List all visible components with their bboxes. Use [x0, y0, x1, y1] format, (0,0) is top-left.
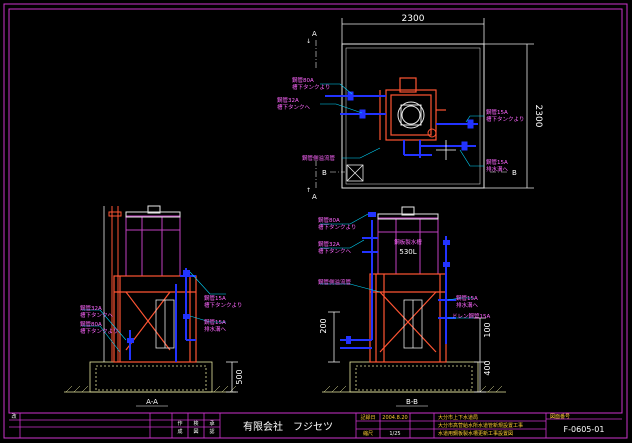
tb-cell-1: 作: [177, 420, 182, 427]
plan-section-b-left: B: [322, 169, 327, 177]
bb-tank-capacity: 530L: [399, 248, 416, 256]
bb-dim-400-label: 400: [483, 360, 492, 375]
plan-label-80a-sub: 槽下タンクより: [292, 83, 330, 91]
plan-section-a-bottom-arrow: ↑: [306, 187, 311, 194]
bb-label-32a-sub: 槽下タンクへ: [318, 247, 352, 255]
bb-label-80a: 鋼管80A: [318, 216, 340, 224]
tb-date-value: 2004.8.20: [382, 415, 407, 421]
bb-label-32a: 鋼管32A: [318, 240, 340, 248]
plan-section-a-bottom: A: [312, 193, 317, 201]
tb-drawing-no: F-0605-01: [564, 425, 605, 434]
plan-section-a-top: A: [312, 30, 317, 38]
plan-section-a-top-arrow: ↓: [306, 38, 311, 45]
tb-scale-value: 1/25: [389, 431, 400, 437]
bb-dim-200-label: 200: [319, 318, 328, 333]
bb-label-15a-sub: 排水溝へ: [456, 301, 479, 309]
plan-label-15a-top-sub: 槽下タンクより: [486, 115, 524, 123]
aa-label-15a-mid-sub: 排水溝へ: [204, 325, 227, 333]
aa-label-15a-top: 鋼管15A: [204, 294, 226, 302]
plan-label-15a-top: 鋼管15A: [486, 108, 508, 116]
tb-project-1: 大分市高菅給水所水道管新規設置工事: [438, 422, 523, 429]
aa-label-15a-top-sub: 槽下タンクより: [204, 301, 242, 309]
aa-label-15a-mid: 鋼管15A: [204, 318, 226, 326]
bb-section-title: B-B: [406, 398, 418, 406]
tb-scale-label: 縮尺: [363, 430, 373, 437]
aa-label-32a-sub: 槽下タンクへ: [80, 311, 114, 319]
tb-owner: 大分市上下水道局: [438, 414, 478, 421]
tb-project-2: 水道用鋼板製水槽更新工事設置図: [438, 430, 513, 437]
aa-section-title: A-A: [146, 398, 158, 406]
tb-rev-label: 改: [11, 413, 16, 420]
plan-label-80a: 鋼管80A: [292, 76, 314, 84]
bb-label-15a: 鋼管15A: [456, 294, 478, 302]
aa-label-32a: 鋼管32A: [80, 304, 102, 312]
bb-label-80a-sub: 槽下タンクより: [318, 223, 356, 231]
aa-dim-500-label: 500: [235, 369, 244, 384]
cad-drawing: 2300 2300 A ↓ A ↑ B B 鋼管80A 槽下タンクより 鋼管32…: [0, 0, 632, 443]
plan-label-15a-bottom-sub: 排水溝へ: [486, 165, 509, 173]
bb-tank-label: 鋼板製水槽: [394, 238, 422, 246]
bb-dim-100-label: 100: [483, 322, 492, 337]
plan-label-32a-sub: 槽下タンクへ: [277, 103, 311, 111]
aa-label-80a-sub: 槽下タンクより: [80, 327, 118, 335]
plan-section-b-right: B: [512, 169, 517, 177]
bb-label-drain: ドレン鋼管15A: [452, 312, 490, 320]
tb-cell-3: 検: [193, 420, 198, 427]
tb-cell-4: 図: [193, 429, 198, 435]
tb-drawing-no-label: 図面番号: [550, 413, 570, 420]
tb-cell-6: 認: [209, 428, 214, 435]
plan-label-32a: 鋼管32A: [277, 96, 299, 104]
tb-company-name: 有限会社 フジセツ: [243, 420, 333, 433]
bb-label-overflow: 鋼管側溢流管: [318, 278, 352, 286]
plan-label-overflow: 鋼管側溢流管: [302, 154, 336, 162]
tb-date-label: 記録日: [360, 414, 375, 421]
tb-cell-5: 承: [209, 420, 214, 427]
tb-cell-2: 成: [177, 428, 182, 435]
plan-label-15a-bottom: 鋼管15A: [486, 158, 508, 166]
plan-height-dim-label: 2300: [533, 105, 543, 128]
plan-width-dim-label: 2300: [402, 14, 425, 24]
aa-label-80a: 鋼管80A: [80, 320, 102, 328]
